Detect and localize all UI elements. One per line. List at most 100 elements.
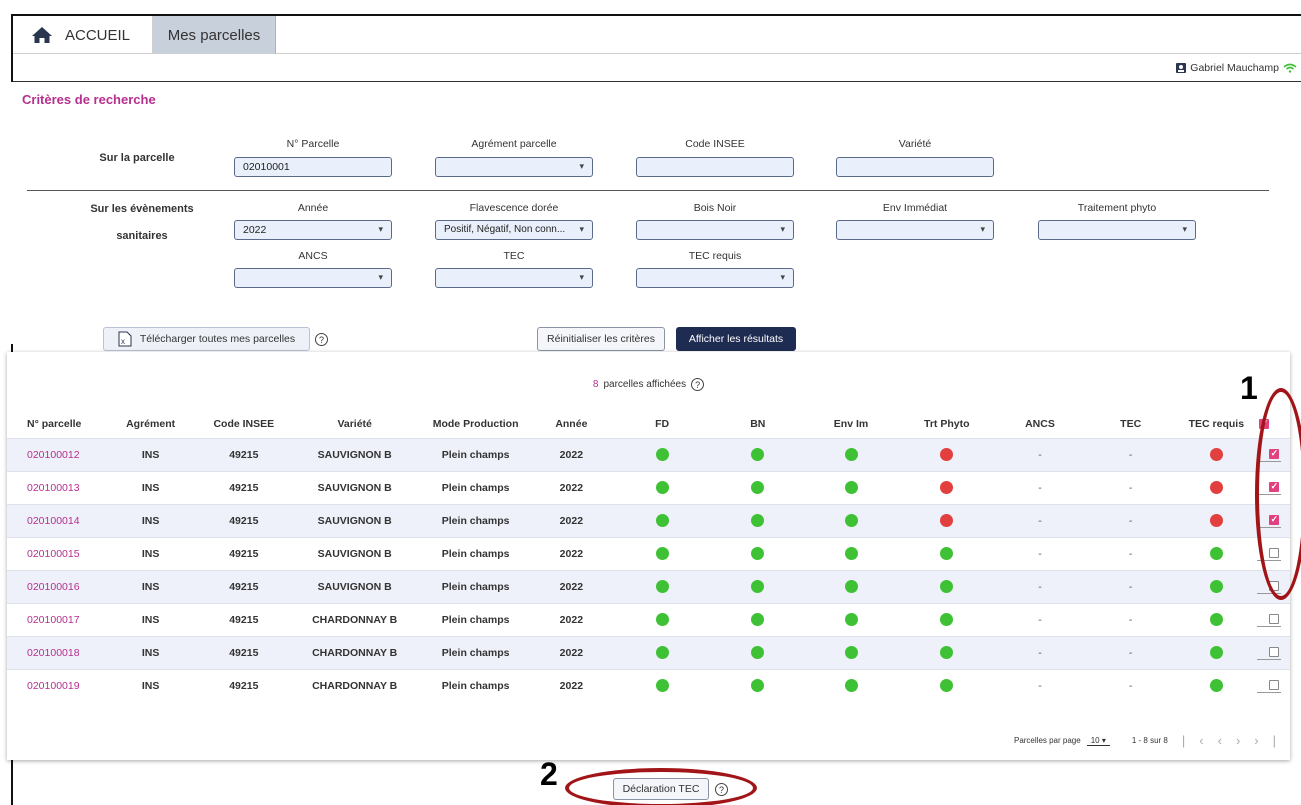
table-row[interactable]: 020100018 INS 49215 CHARDONNAY B Plein champ… bbox=[7, 635, 1290, 669]
ancs-label: ANCS bbox=[298, 250, 328, 262]
top-tabbar: ACCUEIL Mes parcelles bbox=[13, 16, 1301, 54]
bois-noir-label: Bois Noir bbox=[693, 202, 737, 214]
criteria-separator bbox=[27, 190, 1269, 191]
cell-num-parcelle[interactable]: 020100019 bbox=[7, 668, 103, 702]
col-trt-phyto[interactable]: Trt Phyto bbox=[899, 410, 995, 438]
parcel-row-label: Sur la parcelle bbox=[99, 152, 175, 164]
col-fd[interactable]: FD bbox=[612, 410, 713, 438]
cell-mode-production: Plein champs bbox=[420, 470, 532, 504]
cell-num-parcelle[interactable]: 020100016 bbox=[7, 569, 103, 603]
cell-agrement: INS bbox=[102, 536, 199, 570]
table-row[interactable]: 020100017 INS 49215 CHARDONNAY B Plein champ… bbox=[7, 602, 1290, 636]
cell-num-parcelle[interactable]: 020100014 bbox=[7, 503, 103, 537]
cell-num-parcelle[interactable]: 020100017 bbox=[7, 602, 103, 636]
col-tec-requis[interactable]: TEC requis bbox=[1176, 410, 1257, 438]
tab-mes-parcelles[interactable]: Mes parcelles bbox=[153, 16, 276, 54]
col-mode-production[interactable]: Mode Production bbox=[420, 410, 531, 438]
table-row[interactable]: 020100014 INS 49215 SAUVIGNON B Plein champs… bbox=[7, 503, 1290, 537]
cell-mode-production: Plein champs bbox=[420, 602, 532, 636]
download-all-label: Télécharger toutes mes parcelles bbox=[139, 333, 296, 345]
col-bn[interactable]: BN bbox=[712, 410, 803, 438]
results-help-icon[interactable]: ? bbox=[691, 378, 705, 391]
tab-accueil[interactable]: ACCUEIL bbox=[13, 16, 153, 54]
col-env-im[interactable]: Env Im bbox=[803, 410, 899, 438]
tec-select[interactable] bbox=[435, 268, 593, 288]
results-count-line: 8 parcelles affichées ? bbox=[7, 378, 1290, 391]
select-cell bbox=[1256, 602, 1290, 636]
cell-agrement: INS bbox=[102, 635, 199, 669]
cell-tec: - bbox=[1085, 668, 1177, 702]
fd-cell bbox=[611, 602, 713, 636]
col-agrement[interactable]: Agrément bbox=[103, 410, 199, 438]
env-im-cell bbox=[803, 668, 899, 702]
agrement-select[interactable] bbox=[435, 157, 593, 177]
bn-cell bbox=[712, 536, 804, 570]
bois-noir-select[interactable] bbox=[636, 220, 794, 240]
row-checkbox[interactable] bbox=[1268, 679, 1279, 690]
annee-select[interactable]: 2022 bbox=[234, 220, 392, 240]
table-row[interactable]: 020100013 INS 49215 SAUVIGNON B Plein champs… bbox=[7, 470, 1290, 504]
status-dot-green bbox=[844, 547, 858, 560]
col-ancs[interactable]: ANCS bbox=[995, 410, 1086, 438]
select-cell bbox=[1256, 668, 1290, 702]
status-dot-green bbox=[844, 613, 858, 626]
ancs-select[interactable] bbox=[234, 268, 392, 288]
status-dot-green bbox=[940, 646, 954, 659]
status-dot-green bbox=[1209, 547, 1223, 560]
flavescence-select[interactable]: Positif, Négatif, Non conn... bbox=[435, 220, 593, 240]
table-row[interactable]: 020100019 INS 49215 CHARDONNAY B Plein champ… bbox=[7, 668, 1290, 702]
col-code-insee[interactable]: Code INSEE bbox=[198, 410, 289, 438]
cell-mode-production: Plein champs bbox=[420, 668, 532, 702]
col-variete[interactable]: Variété bbox=[289, 410, 420, 438]
col-num-parcelle[interactable]: N° parcelle bbox=[7, 410, 103, 438]
last-page-icon[interactable]: ›| bbox=[1254, 733, 1290, 748]
status-dot-green bbox=[940, 679, 954, 693]
prev-page-icon[interactable]: ‹ bbox=[1218, 733, 1236, 748]
traitement-label: Traitement phyto bbox=[1077, 202, 1157, 214]
status-dot-green bbox=[940, 580, 954, 593]
trt-phyto-cell bbox=[898, 536, 995, 570]
env-im-cell bbox=[803, 503, 899, 537]
status-dot-green bbox=[1209, 679, 1223, 693]
tec-requis-cell bbox=[1176, 668, 1257, 702]
reset-criteria-button[interactable]: Réinitialiser les critères bbox=[537, 327, 665, 351]
cell-variete: SAUVIGNON B bbox=[289, 470, 421, 504]
user-info[interactable]: Gabriel Mauchamp bbox=[1176, 62, 1297, 74]
variete-input[interactable] bbox=[836, 157, 994, 177]
download-help-icon[interactable]: ? bbox=[315, 333, 328, 346]
tab-accueil-label: ACCUEIL bbox=[65, 26, 131, 44]
table-row[interactable]: 020100016 INS 49215 SAUVIGNON B Plein champs… bbox=[7, 569, 1290, 603]
download-all-button[interactable]: x Télécharger toutes mes parcelles bbox=[103, 327, 310, 351]
col-tec[interactable]: TEC bbox=[1085, 410, 1176, 438]
pager-nav: |‹‹››| bbox=[1182, 733, 1290, 748]
cell-num-parcelle[interactable]: 020100012 bbox=[7, 437, 103, 471]
cell-annee: 2022 bbox=[531, 569, 612, 603]
cell-agrement: INS bbox=[102, 470, 199, 504]
show-results-button[interactable]: Afficher les résultats bbox=[676, 327, 796, 351]
row-checkbox[interactable] bbox=[1268, 646, 1279, 657]
traitement-select[interactable] bbox=[1038, 220, 1196, 240]
table-row[interactable]: 020100015 INS 49215 SAUVIGNON B Plein champs… bbox=[7, 536, 1290, 570]
tec-requis-select[interactable] bbox=[636, 268, 794, 288]
cell-mode-production: Plein champs bbox=[420, 536, 532, 570]
tec-requis-cell bbox=[1176, 503, 1257, 537]
next-page-icon[interactable]: › bbox=[1236, 733, 1254, 748]
cell-num-parcelle[interactable]: 020100018 bbox=[7, 635, 103, 669]
env-immediat-select[interactable] bbox=[836, 220, 994, 240]
cell-num-parcelle[interactable]: 020100013 bbox=[7, 470, 103, 504]
cell-variete: CHARDONNAY B bbox=[289, 602, 421, 636]
status-dot-green bbox=[751, 547, 765, 560]
per-page-select[interactable]: 10 ▾ bbox=[1086, 735, 1110, 746]
col-annee[interactable]: Année bbox=[531, 410, 612, 438]
first-page-icon[interactable]: |‹ bbox=[1182, 733, 1218, 748]
cell-num-parcelle[interactable]: 020100015 bbox=[7, 536, 103, 570]
variete-label: Variété bbox=[898, 138, 932, 150]
row-checkbox[interactable] bbox=[1268, 613, 1279, 624]
code-insee-input[interactable] bbox=[636, 157, 794, 177]
num-parcelle-input[interactable]: 02010001 bbox=[234, 157, 392, 177]
per-page-value: 10 bbox=[1090, 735, 1100, 745]
env-im-cell bbox=[803, 470, 899, 504]
cell-ancs: - bbox=[994, 569, 1086, 603]
status-dot-red bbox=[1209, 514, 1223, 527]
table-row[interactable]: 020100012 INS 49215 SAUVIGNON B Plein champs… bbox=[7, 437, 1290, 471]
